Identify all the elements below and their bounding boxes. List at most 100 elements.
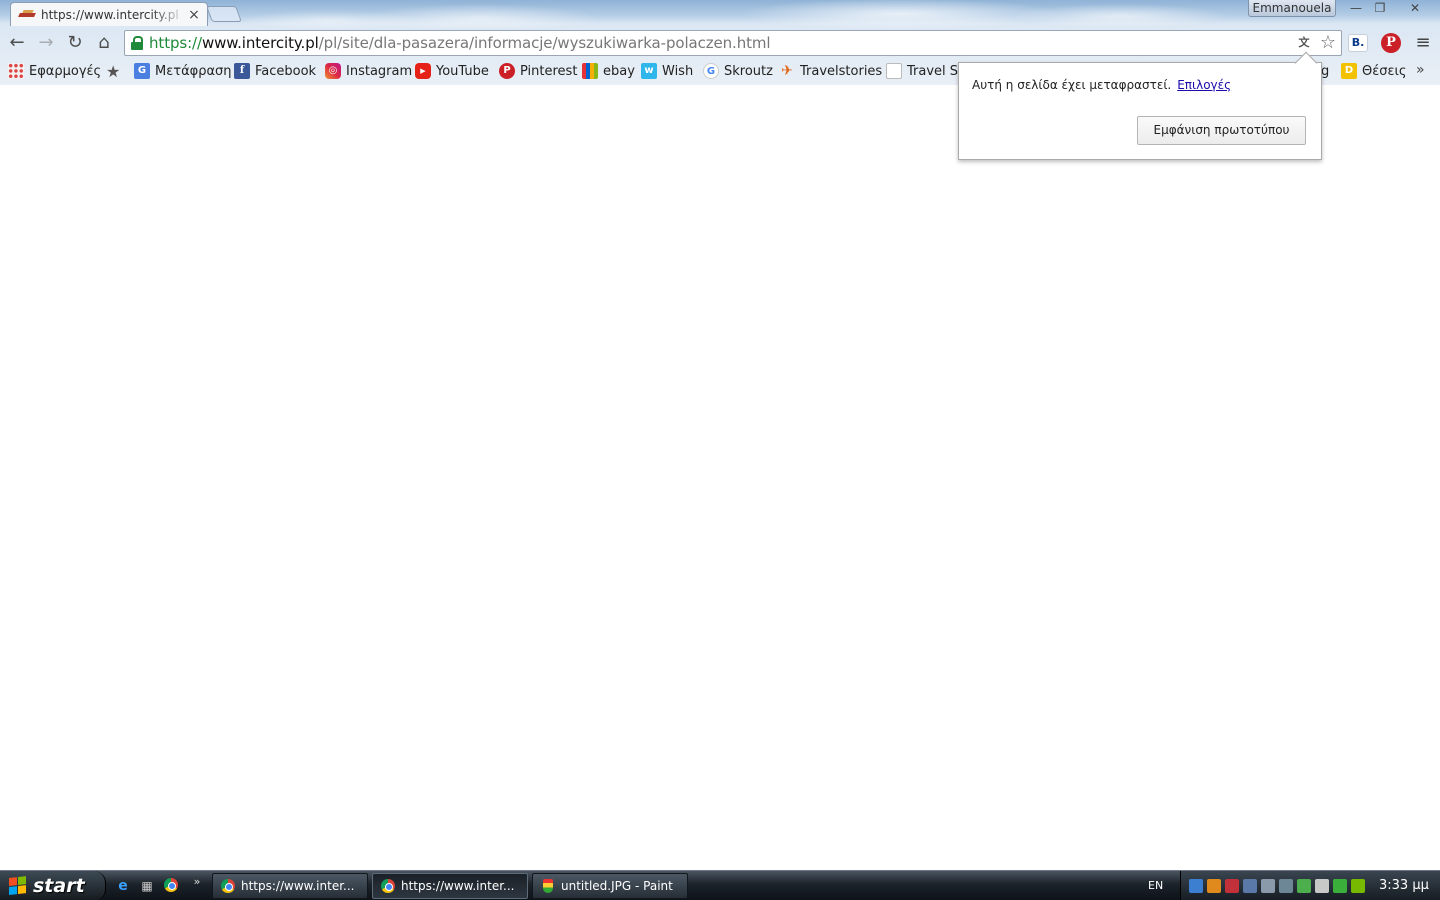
- taskbar-item-label: https://www.inter...: [401, 879, 515, 893]
- security-shield-icon[interactable]: [1225, 879, 1239, 893]
- tab-close-icon[interactable]: ×: [187, 8, 201, 22]
- nvidia-icon[interactable]: [1351, 879, 1365, 893]
- lock-icon[interactable]: [131, 36, 143, 50]
- show-original-button[interactable]: Εμφάνιση πρωτοτύπου: [1137, 116, 1306, 145]
- translate-message-text: Αυτή η σελίδα έχει μεταφραστεί.: [972, 78, 1172, 92]
- youtube-icon: ▶: [415, 63, 431, 79]
- forward-button[interactable]: →: [34, 31, 58, 55]
- pinterest-icon: P: [499, 63, 515, 79]
- apps-icon: [8, 63, 24, 79]
- chrome-icon: [381, 879, 395, 893]
- profile-button[interactable]: Emmanouela: [1248, 0, 1336, 17]
- bookmark-label: YouTube: [436, 63, 489, 79]
- wish-icon: w: [641, 63, 657, 79]
- booking-extension-icon[interactable]: B.: [1348, 34, 1368, 52]
- bookmark-label: Εφαρμογές: [29, 63, 102, 79]
- safely-remove-icon[interactable]: [1261, 879, 1275, 893]
- back-button[interactable]: ←: [5, 31, 29, 55]
- translate-icon[interactable]: 文A: [1295, 34, 1313, 67]
- bookmark-label: Travel St: [907, 63, 964, 79]
- address-bar[interactable]: https://www.intercity.pl/pl/site/dla-pas…: [124, 30, 1342, 67]
- signal-bars-icon[interactable]: [1333, 879, 1347, 893]
- bookmark-label: Facebook: [255, 63, 317, 79]
- home-button[interactable]: ⌂: [92, 31, 116, 55]
- taskbar-item-paint[interactable]: untitled.JPG - Paint: [532, 873, 688, 899]
- translate-message: Αυτή η σελίδα έχει μεταφραστεί. Επιλογές: [972, 78, 1231, 92]
- bookmark-wish[interactable]: w Wish: [641, 62, 693, 80]
- bookmark-travelstories[interactable]: ✈ Travelstories: [779, 62, 882, 80]
- url-text[interactable]: https://www.intercity.pl/pl/site/dla-pas…: [149, 34, 771, 52]
- usb-icon[interactable]: [1279, 879, 1293, 893]
- update-icon[interactable]: [1297, 879, 1311, 893]
- blank-page-icon: [886, 63, 902, 79]
- start-button[interactable]: start: [0, 871, 106, 900]
- bookmark-label: ebay: [603, 63, 635, 79]
- taskbar-item-chrome-2[interactable]: https://www.inter...: [372, 873, 528, 899]
- bookmark-travel-st[interactable]: Travel St: [886, 62, 963, 80]
- taskbar-item-chrome-1[interactable]: https://www.inter...: [212, 873, 368, 899]
- paint-icon: [541, 879, 555, 893]
- minimize-button[interactable]: —: [1345, 0, 1367, 17]
- bookmark-star[interactable]: ★: [106, 61, 121, 81]
- display-icon[interactable]: [1243, 879, 1257, 893]
- bookmark-g[interactable]: g: [1321, 62, 1329, 80]
- bookmark-label: Pinterest: [520, 63, 578, 79]
- intercity-favicon-icon: [19, 10, 35, 20]
- new-tab-button[interactable]: [206, 6, 242, 22]
- bookmark-instagram[interactable]: ◎ Instagram: [325, 62, 412, 80]
- tab-intercity[interactable]: https://www.intercity.pl ×: [10, 2, 208, 26]
- system-tray: 3:33 μμ: [1180, 871, 1440, 900]
- google-icon: G: [703, 63, 719, 79]
- toolbar: ← → ↻ ⌂ https://www.intercity.pl/pl/site…: [0, 29, 1440, 67]
- bookmarks-more-button[interactable]: »: [1416, 62, 1425, 78]
- star-icon: ★: [106, 61, 121, 81]
- bookmark-label: Skroutz: [724, 63, 773, 79]
- bookmark-label: g: [1321, 63, 1330, 79]
- bookmark-pinterest[interactable]: P Pinterest: [499, 62, 577, 80]
- bookmark-label: Travelstories: [800, 63, 883, 79]
- chrome-icon: [221, 879, 235, 893]
- start-label: start: [33, 875, 85, 897]
- tab-title: https://www.intercity.pl: [41, 7, 179, 22]
- translate-options-link[interactable]: Επιλογές: [1177, 78, 1231, 92]
- taskbar-item-label: https://www.inter...: [241, 879, 355, 893]
- d-icon: D: [1341, 63, 1357, 79]
- reload-button[interactable]: ↻: [63, 31, 87, 55]
- avast-icon[interactable]: [1207, 879, 1221, 893]
- chrome-quicklaunch-icon[interactable]: [163, 878, 179, 894]
- internet-explorer-icon[interactable]: e: [115, 878, 131, 894]
- page-viewport: [0, 85, 1440, 870]
- url-scheme: https://: [149, 34, 202, 52]
- bookmark-translate[interactable]: G Μετάφραση: [134, 62, 232, 80]
- translate-popup: Αυτή η σελίδα έχει μεταφραστεί. Επιλογές …: [958, 62, 1322, 160]
- close-window-button[interactable]: ✕: [1400, 0, 1430, 17]
- quick-launch-more-button[interactable]: »: [189, 874, 205, 890]
- bookmark-label: Instagram: [346, 63, 413, 79]
- plane-icon: ✈: [781, 63, 793, 79]
- translate-icon: G: [134, 63, 150, 79]
- volume-icon[interactable]: [1315, 879, 1329, 893]
- maximize-button[interactable]: ❐: [1368, 0, 1392, 17]
- bookmark-facebook[interactable]: f Facebook: [234, 62, 316, 80]
- facebook-icon: f: [234, 63, 250, 79]
- chrome-menu-icon[interactable]: ≡: [1414, 33, 1432, 53]
- taskbar: start e ▦ » https://www.inter... https:/…: [0, 870, 1440, 900]
- url-host: www.intercity.pl: [201, 34, 319, 52]
- bookmark-apps[interactable]: Εφαρμογές: [8, 62, 101, 80]
- bookmark-skroutz[interactable]: G Skroutz: [703, 62, 773, 80]
- bookmark-theseis[interactable]: D Θέσεις: [1341, 62, 1407, 80]
- bookmark-label: Μετάφραση: [155, 63, 232, 79]
- show-desktop-icon[interactable]: ▦: [139, 878, 155, 894]
- language-indicator[interactable]: EN: [1148, 879, 1163, 892]
- bookmark-star-icon[interactable]: ☆: [1319, 34, 1337, 52]
- url-path: /pl/site/dla-pasazera/informacje/wyszuki…: [318, 34, 771, 52]
- bookmark-label: Wish: [662, 63, 694, 79]
- clock[interactable]: 3:33 μμ: [1379, 878, 1429, 893]
- instagram-icon: ◎: [325, 63, 341, 79]
- taskbar-item-label: untitled.JPG - Paint: [561, 879, 673, 893]
- bookmark-youtube[interactable]: ▶ YouTube: [415, 62, 489, 80]
- bookmark-label: Θέσεις: [1362, 63, 1407, 79]
- bookmark-ebay[interactable]: ebay: [582, 62, 635, 80]
- pinterest-extension-icon[interactable]: P: [1381, 33, 1401, 53]
- network-icon[interactable]: [1189, 879, 1203, 893]
